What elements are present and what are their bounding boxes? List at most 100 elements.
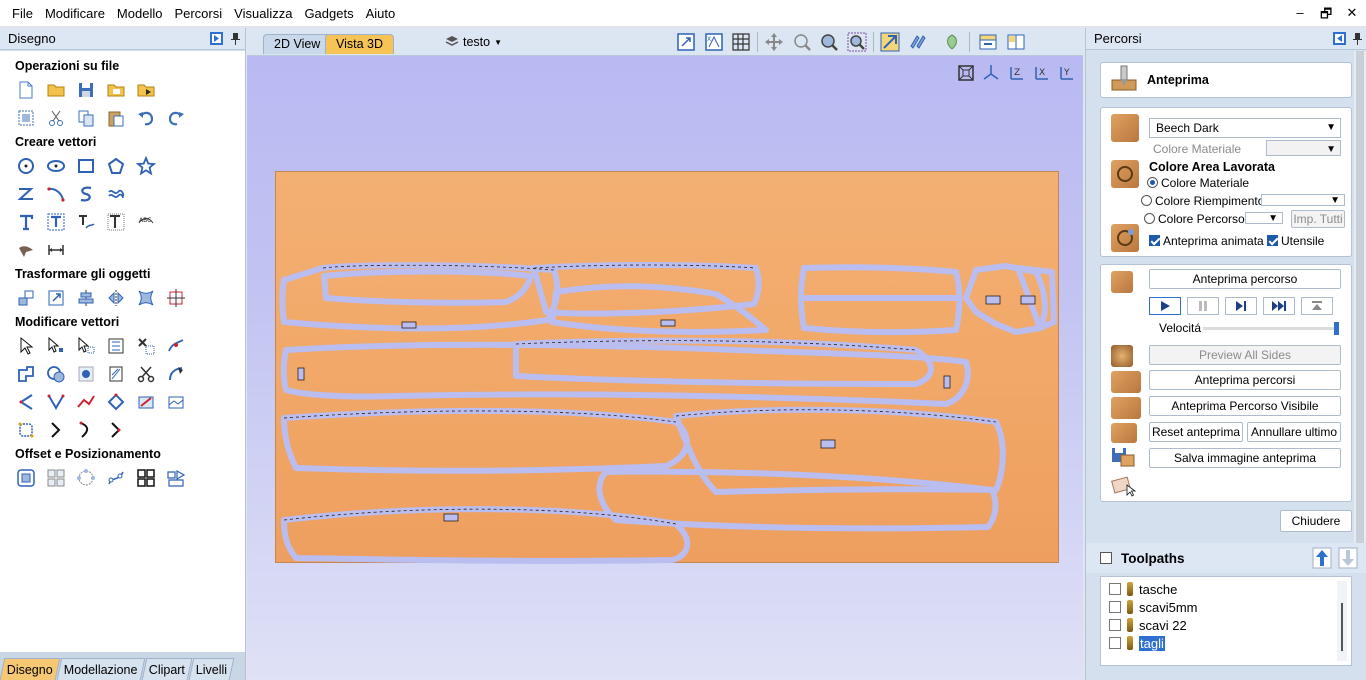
view-x-icon[interactable]: X [1030, 63, 1051, 83]
text-arc-icon[interactable]: ABC [134, 211, 158, 233]
scissors-icon[interactable] [134, 363, 158, 385]
close-vector-icon[interactable] [44, 391, 68, 413]
preview-all-sides-button[interactable]: Preview All Sides [1149, 345, 1341, 365]
snap-icon[interactable] [879, 31, 901, 53]
dock-icon[interactable] [1332, 31, 1347, 46]
material-board-preview[interactable] [275, 171, 1059, 564]
tab-disegno[interactable]: Disegno [0, 658, 61, 680]
arc-icon[interactable] [44, 183, 68, 205]
bitmap-trace-icon[interactable] [14, 239, 38, 261]
minimize-button[interactable]: – [1294, 5, 1306, 27]
weld-icon[interactable] [14, 363, 38, 385]
save-icon[interactable] [74, 79, 98, 101]
toolpath-display-icon[interactable] [907, 31, 929, 53]
zoom-in-icon[interactable] [818, 31, 840, 53]
close-button[interactable]: ✕ [1346, 5, 1358, 27]
offset-shape-icon[interactable] [104, 391, 128, 413]
rectangle-icon[interactable] [74, 155, 98, 177]
undo-icon[interactable] [134, 107, 158, 129]
interactive-trim-icon[interactable] [104, 335, 128, 357]
pan-icon[interactable] [763, 31, 785, 53]
menu-gadgets[interactable]: Gadgets [298, 0, 359, 27]
select-all-icon[interactable] [14, 107, 38, 129]
spiral-icon[interactable] [104, 183, 128, 205]
toolpath-item[interactable]: tasche [1109, 580, 1177, 598]
text-fit-icon[interactable] [104, 211, 128, 233]
toolpaths-scrollbar[interactable] [1337, 581, 1347, 661]
bitmap-icon[interactable] [164, 391, 188, 413]
subtract-icon[interactable] [44, 363, 68, 385]
open-recent-icon[interactable] [104, 79, 128, 101]
cut-icon[interactable] [44, 107, 68, 129]
close-panel-button[interactable]: Chiudere [1280, 510, 1352, 532]
grid-icon[interactable] [730, 31, 752, 53]
play-button[interactable] [1149, 297, 1181, 315]
go-top-button[interactable] [1301, 297, 1333, 315]
menu-percorsi[interactable]: Percorsi [168, 0, 228, 27]
array-copy-icon[interactable] [74, 467, 98, 489]
import-icon[interactable] [134, 79, 158, 101]
animated-preview-checkbox[interactable]: Anteprima animata [1149, 234, 1264, 248]
copy-icon[interactable] [74, 107, 98, 129]
tile-view-icon[interactable] [1005, 31, 1027, 53]
undo-last-button[interactable]: Annullare ultimo [1247, 422, 1341, 442]
layer-dropdown[interactable]: testo ▼ [445, 32, 502, 52]
move-icon[interactable] [14, 287, 38, 309]
view-z-icon[interactable]: Z [1005, 63, 1026, 83]
move-down-icon[interactable] [1338, 547, 1358, 572]
join-icon[interactable] [74, 391, 98, 413]
toolpath-item[interactable]: scavi5mm [1109, 598, 1198, 616]
grid-array-icon[interactable] [134, 467, 158, 489]
tab-modellazione[interactable]: Modellazione [56, 658, 145, 680]
text-on-curve-icon[interactable] [74, 211, 98, 233]
extend-icon[interactable] [14, 391, 38, 413]
set-position-icon[interactable] [164, 287, 188, 309]
dimension-icon[interactable] [44, 239, 68, 261]
distort-icon[interactable] [134, 287, 158, 309]
node-square-icon[interactable] [14, 419, 38, 441]
menu-visualizza[interactable]: Visualizza [228, 0, 298, 27]
preview-toolpaths-button[interactable]: Anteprima percorsi [1149, 370, 1341, 390]
mirror-icon[interactable] [104, 287, 128, 309]
chevron-right-icon[interactable] [44, 419, 68, 441]
fast-forward-button[interactable] [1263, 297, 1295, 315]
path-color-dropdown[interactable]: ▼ [1245, 212, 1283, 224]
chevron-curve-icon[interactable] [74, 419, 98, 441]
nest-icon[interactable] [44, 467, 68, 489]
new-file-icon[interactable] [14, 79, 38, 101]
radio-material-color[interactable]: Colore Materiale [1147, 176, 1249, 190]
material-dropdown[interactable]: Beech Dark ▼ [1149, 118, 1341, 138]
fill-color-dropdown[interactable]: ▼ [1261, 194, 1345, 206]
zoom-extents-icon[interactable] [675, 31, 697, 53]
polyline-icon[interactable] [14, 183, 38, 205]
zoom-out-icon[interactable] [846, 31, 868, 53]
tab-vista-3d[interactable]: Vista 3D [325, 34, 395, 54]
tab-livelli[interactable]: Livelli [188, 658, 235, 680]
convert-icon[interactable] [104, 363, 128, 385]
speed-slider[interactable] [1203, 322, 1339, 335]
save-preview-image-button[interactable]: Salva immagine anteprima [1149, 448, 1341, 468]
intersect-icon[interactable] [74, 363, 98, 385]
dock-icon[interactable] [209, 31, 224, 46]
node-edit-icon[interactable] [44, 335, 68, 357]
model-shade-icon[interactable] [941, 31, 963, 53]
redo-icon[interactable] [164, 107, 188, 129]
reset-preview-button[interactable]: Reset anteprima [1149, 422, 1243, 442]
menu-modificare[interactable]: Modificare [39, 0, 111, 27]
tab-clipart[interactable]: Clipart [141, 658, 193, 680]
text-box-icon[interactable] [44, 211, 68, 233]
paste-icon[interactable] [104, 107, 128, 129]
split-view-icon[interactable] [977, 31, 999, 53]
toolpaths-all-checkbox[interactable] [1100, 552, 1112, 564]
restore-button[interactable]: 🗗 [1320, 5, 1332, 27]
open-folder-icon[interactable] [44, 79, 68, 101]
nesting-icon[interactable] [164, 467, 188, 489]
pin-icon[interactable] [1350, 31, 1365, 46]
preview-toolpath-button[interactable]: Anteprima percorso [1149, 269, 1341, 289]
circle-icon[interactable] [14, 155, 38, 177]
smart-smooth-icon[interactable] [164, 335, 188, 357]
edit-image-icon[interactable] [134, 391, 158, 413]
set-all-button[interactable]: Imp. Tutti [1291, 210, 1345, 228]
transform-pointer-icon[interactable] [74, 335, 98, 357]
align-icon[interactable] [74, 287, 98, 309]
